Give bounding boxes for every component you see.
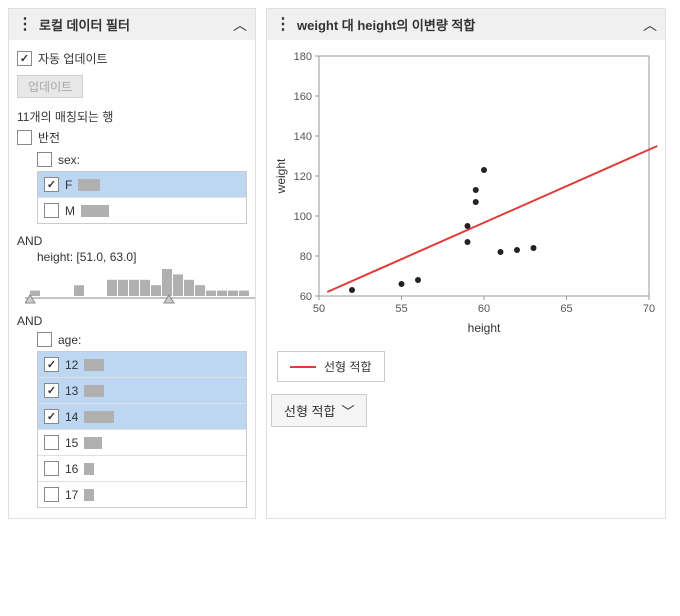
svg-text:60: 60 xyxy=(478,303,490,315)
scatter-chart[interactable]: 60 80 100 120 140 160 180 50 55 60 65 70 height weigh… xyxy=(271,48,661,338)
sex-header-checkbox[interactable] xyxy=(37,152,52,167)
sex-label: sex: xyxy=(58,153,80,167)
svg-text:weight: weight xyxy=(274,158,288,194)
and-label-2: AND xyxy=(17,314,247,328)
invert-row[interactable]: 반전 xyxy=(17,127,247,148)
chevron-down-icon: ﹀ xyxy=(341,401,354,420)
filter-menu-icon[interactable]: ⋮ xyxy=(17,17,33,33)
sex-checkbox-F[interactable] xyxy=(44,177,59,192)
fit-dropdown-label: 선형 적합 xyxy=(284,401,335,420)
legend-label: 선형 적합 xyxy=(324,358,372,375)
age-label: age: xyxy=(58,333,81,347)
svg-text:100: 100 xyxy=(294,211,312,223)
age-bar xyxy=(84,385,104,397)
age-checkbox-16[interactable] xyxy=(44,461,59,476)
sex-value-label: M xyxy=(65,204,75,218)
age-bar xyxy=(84,437,102,449)
age-value-label: 17 xyxy=(65,488,78,502)
svg-text:180: 180 xyxy=(294,51,312,63)
chart-area: 60 80 100 120 140 160 180 50 55 60 65 70 height weigh… xyxy=(267,40,665,427)
age-checkbox-13[interactable] xyxy=(44,383,59,398)
sex-bar xyxy=(81,205,109,217)
filter-panel-title: 로컬 데이터 필터 xyxy=(39,15,227,34)
and-label-1: AND xyxy=(17,234,247,248)
local-data-filter-panel: ⋮ 로컬 데이터 필터 ︿ 자동 업데이트 업데이트 11개의 매칭되는 행 반… xyxy=(8,8,256,519)
age-filter-box: 12 13 14 15 16 17 xyxy=(37,351,247,508)
legend-line-icon xyxy=(290,366,316,368)
sex-filter-row-F[interactable]: F xyxy=(38,172,246,197)
age-value-label: 15 xyxy=(65,436,78,450)
legend: 선형 적합 xyxy=(277,351,385,382)
age-bar xyxy=(84,359,104,371)
age-filter-row-12[interactable]: 12 xyxy=(38,352,246,377)
svg-text:height: height xyxy=(468,321,501,335)
svg-text:80: 80 xyxy=(300,251,312,263)
age-checkbox-15[interactable] xyxy=(44,435,59,450)
chart-collapse-icon[interactable]: ︿ xyxy=(643,18,657,32)
age-bar xyxy=(84,489,94,501)
age-value-label: 14 xyxy=(65,410,78,424)
height-histogram[interactable] xyxy=(25,266,255,304)
filter-panel-body: 자동 업데이트 업데이트 11개의 매칭되는 행 반전 sex: FM AND … xyxy=(9,40,255,518)
invert-checkbox[interactable] xyxy=(17,130,32,145)
age-filter-row-16[interactable]: 16 xyxy=(38,455,246,481)
age-value-label: 13 xyxy=(65,384,78,398)
age-filter-row-14[interactable]: 14 xyxy=(38,403,246,429)
fit-dropdown[interactable]: 선형 적합 ﹀ xyxy=(271,394,367,427)
svg-text:55: 55 xyxy=(395,303,407,315)
age-filter-row-13[interactable]: 13 xyxy=(38,377,246,403)
sex-filter-row-M[interactable]: M xyxy=(38,197,246,223)
sex-filter-box: FM xyxy=(37,171,247,224)
sex-header-row: sex: xyxy=(37,150,247,169)
age-value-label: 12 xyxy=(65,358,78,372)
svg-text:70: 70 xyxy=(643,303,655,315)
height-range-label: height: [51.0, 63.0] xyxy=(37,250,247,264)
sex-bar xyxy=(78,179,100,191)
filter-panel-header: ⋮ 로컬 데이터 필터 ︿ xyxy=(9,9,255,40)
auto-update-label: 자동 업데이트 xyxy=(38,50,108,67)
age-checkbox-12[interactable] xyxy=(44,357,59,372)
bivariate-fit-panel: ⋮ weight 대 height의 이변량 적합 ︿ 60 80 100 120 14… xyxy=(266,8,666,519)
sex-value-label: F xyxy=(65,178,72,192)
svg-text:65: 65 xyxy=(560,303,572,315)
age-filter-row-17[interactable]: 17 xyxy=(38,481,246,507)
invert-label: 반전 xyxy=(38,129,60,146)
age-checkbox-17[interactable] xyxy=(44,487,59,502)
auto-update-checkbox[interactable] xyxy=(17,51,32,66)
match-count-text: 11개의 매칭되는 행 xyxy=(17,108,247,125)
age-bar xyxy=(84,411,114,423)
age-header-row: age: xyxy=(37,330,247,349)
chart-menu-icon[interactable]: ⋮ xyxy=(275,17,291,33)
update-button: 업데이트 xyxy=(17,75,83,98)
svg-text:50: 50 xyxy=(313,303,325,315)
sex-checkbox-M[interactable] xyxy=(44,203,59,218)
age-header-checkbox[interactable] xyxy=(37,332,52,347)
auto-update-row[interactable]: 자동 업데이트 xyxy=(17,48,247,69)
age-filter-row-15[interactable]: 15 xyxy=(38,429,246,455)
filter-collapse-icon[interactable]: ︿ xyxy=(233,18,247,32)
age-checkbox-14[interactable] xyxy=(44,409,59,424)
svg-text:140: 140 xyxy=(294,131,312,143)
svg-text:120: 120 xyxy=(294,171,312,183)
chart-panel-header: ⋮ weight 대 height의 이변량 적합 ︿ xyxy=(267,9,665,40)
sex-filter-block: sex: FM xyxy=(37,150,247,224)
age-filter-block: age: 12 13 14 15 16 17 xyxy=(37,330,247,508)
svg-text:60: 60 xyxy=(300,291,312,303)
age-bar xyxy=(84,463,94,475)
svg-text:160: 160 xyxy=(294,91,312,103)
age-value-label: 16 xyxy=(65,462,78,476)
chart-panel-title: weight 대 height의 이변량 적합 xyxy=(297,15,637,34)
